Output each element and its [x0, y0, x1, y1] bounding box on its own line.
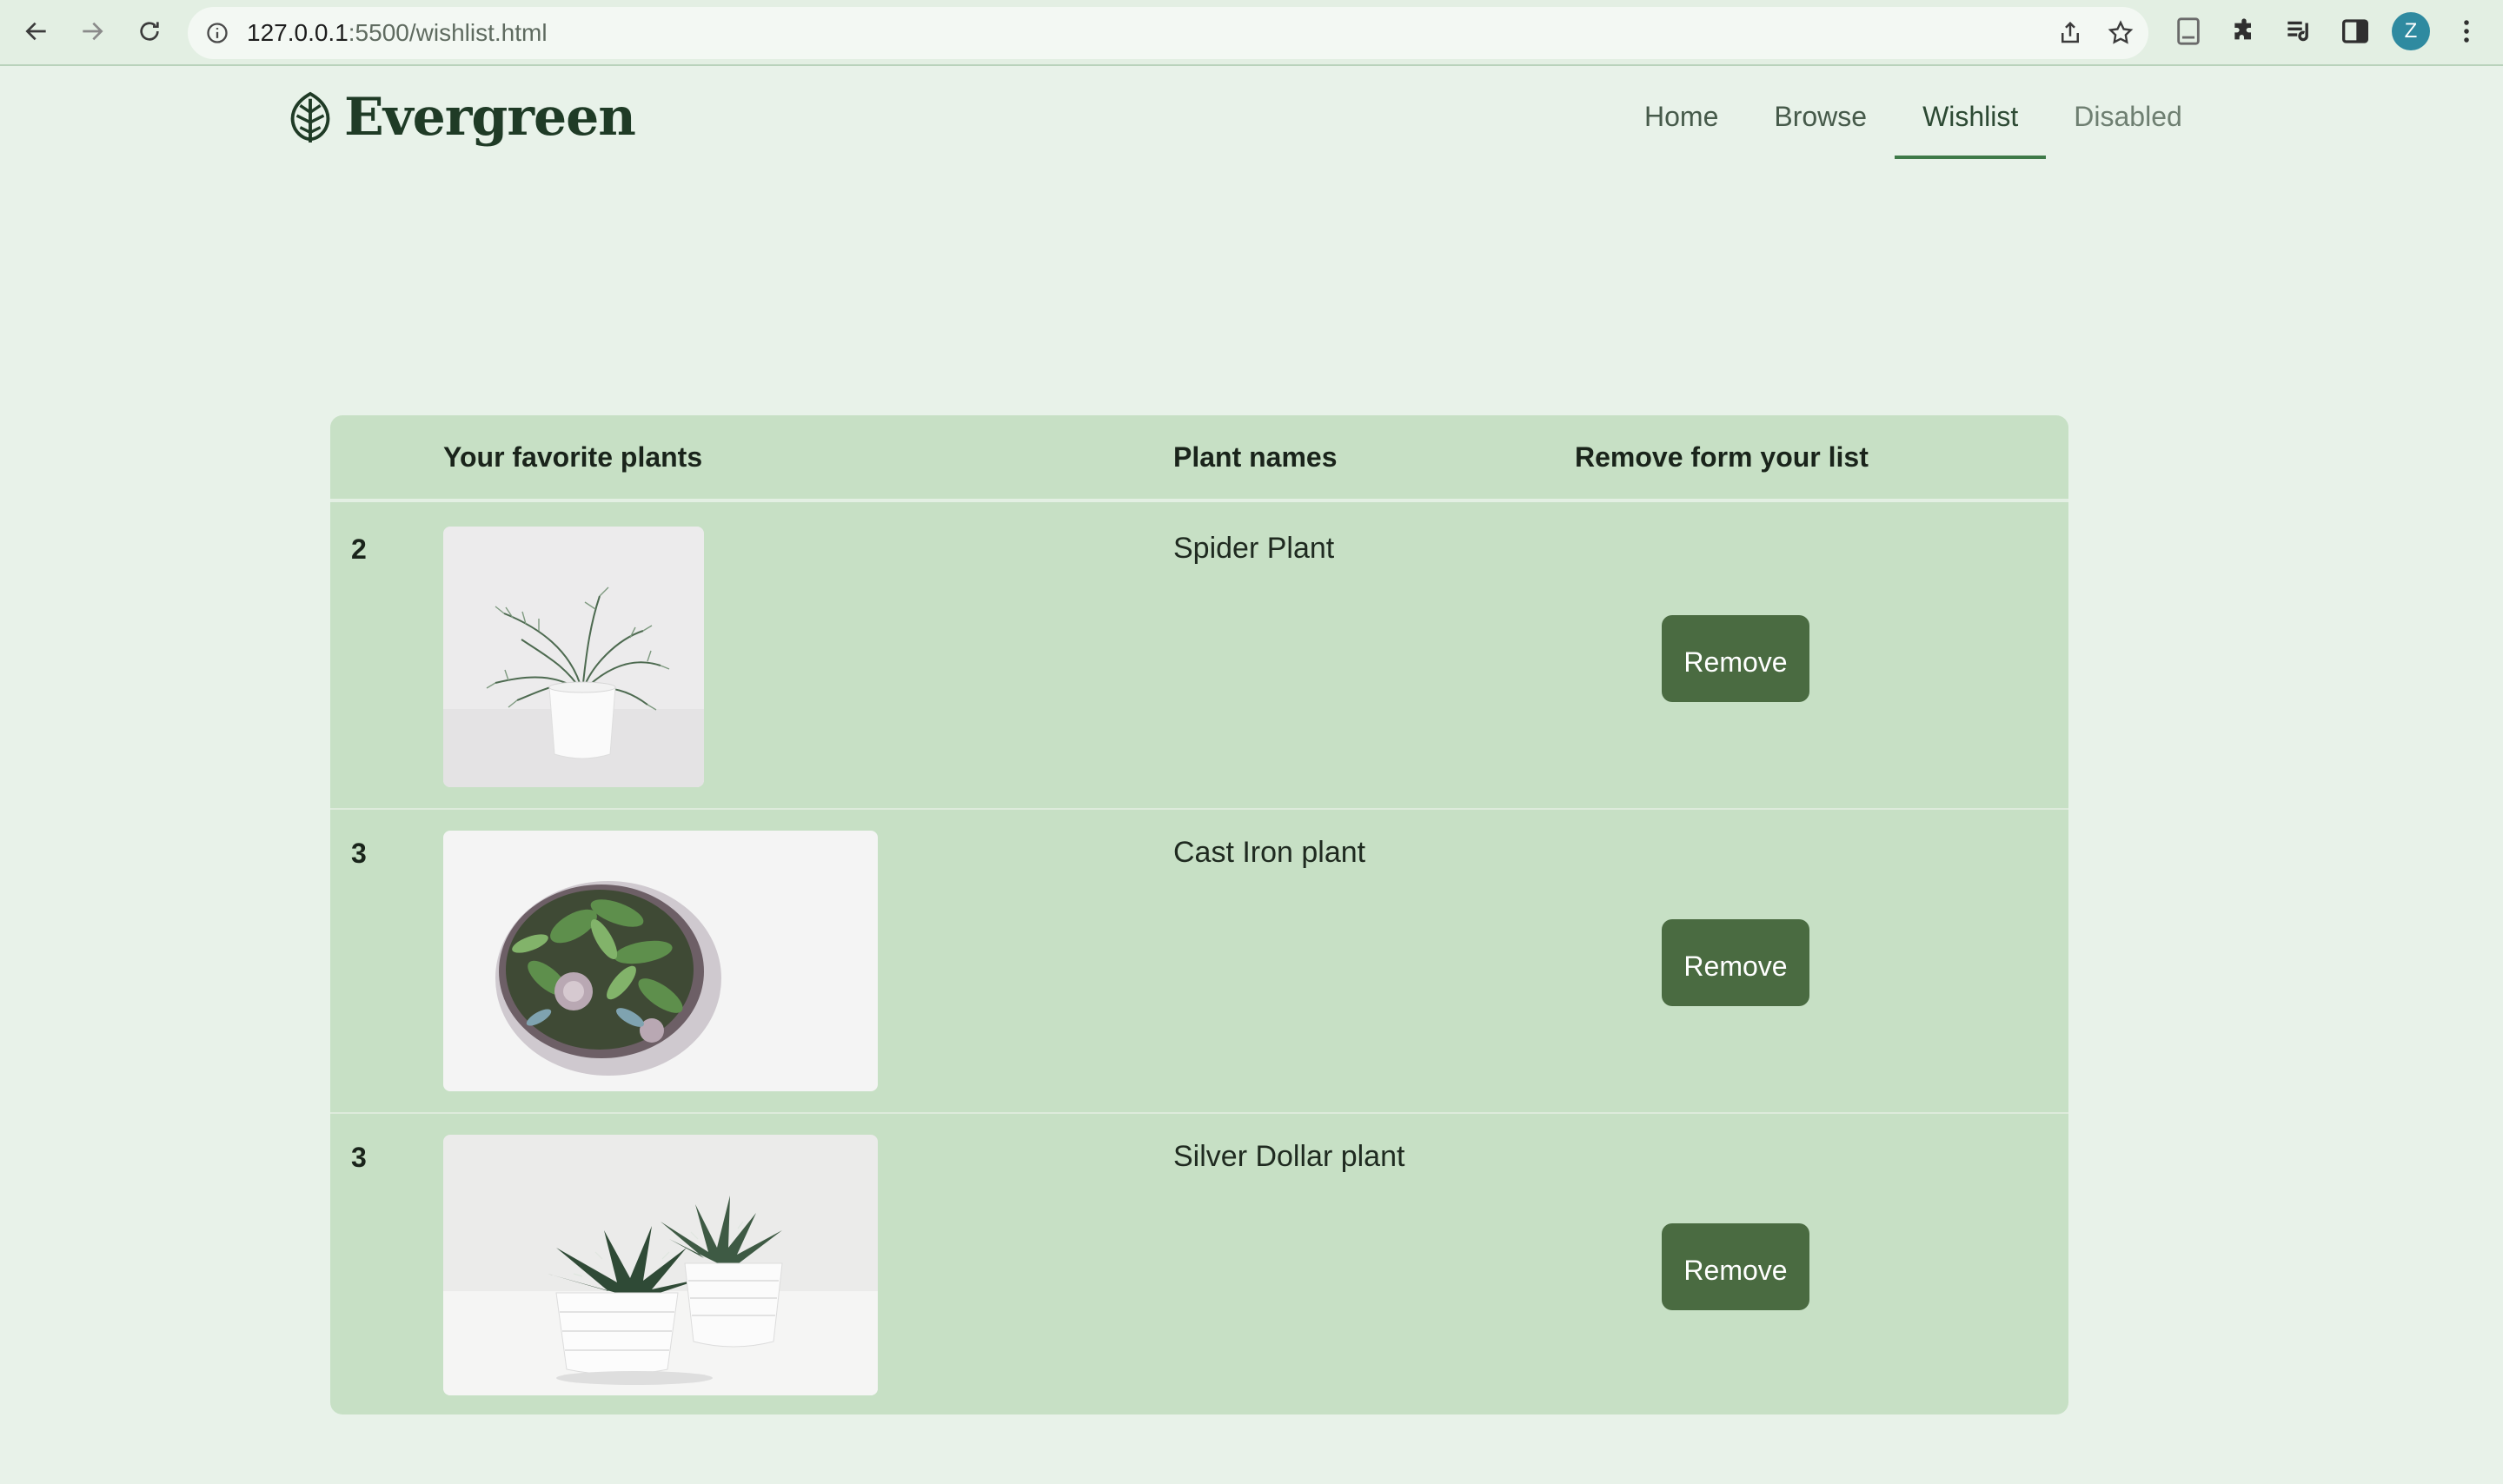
- brand-link[interactable]: Evergreen: [285, 87, 636, 148]
- reload-button[interactable]: [130, 12, 169, 50]
- site-header: Evergreen Home Browse Wishlist Disabled: [0, 68, 2503, 163]
- table-header: Your favorite plants Plant names Remove …: [330, 415, 2068, 502]
- info-icon: [207, 23, 228, 43]
- header-favorites: Your favorite plants: [443, 441, 703, 473]
- star-icon: [2108, 20, 2134, 44]
- nav-browse[interactable]: Browse: [1746, 96, 1895, 159]
- url-path: :5500/wishlist.html: [348, 19, 548, 46]
- playlist-icon: [2287, 21, 2308, 42]
- side-panel-button[interactable]: [2336, 12, 2374, 50]
- row-number: 3: [351, 838, 367, 869]
- forward-button[interactable]: [73, 12, 111, 50]
- table-row: 2 Spider Plant Remove: [330, 506, 2068, 810]
- document-icon: [2177, 17, 2200, 45]
- remove-button[interactable]: Remove: [1662, 1223, 1809, 1310]
- plant-image: [443, 527, 704, 787]
- back-button[interactable]: [17, 12, 56, 50]
- plant-name: Cast Iron plant: [1173, 836, 1366, 869]
- nav-wishlist[interactable]: Wishlist: [1895, 96, 2047, 159]
- browser-toolbar: 127.0.0.1:5500/wishlist.html Z: [0, 0, 2503, 66]
- media-button[interactable]: [2281, 12, 2319, 50]
- remove-button[interactable]: Remove: [1662, 615, 1809, 702]
- wishlist-table: Your favorite plants Plant names Remove …: [330, 415, 2068, 1414]
- row-number: 3: [351, 1142, 367, 1173]
- back-arrow-icon: [25, 22, 46, 41]
- plant-name: Spider Plant: [1173, 532, 1335, 565]
- main-nav: Home Browse Wishlist Disabled: [1617, 96, 2210, 159]
- reader-mode-button[interactable]: [2169, 12, 2208, 50]
- kebab-menu-icon: [2464, 20, 2469, 43]
- profile-avatar[interactable]: Z: [2392, 12, 2430, 50]
- share-button[interactable]: [2055, 17, 2086, 49]
- plant-image: [443, 1135, 878, 1395]
- url-text[interactable]: 127.0.0.1:5500/wishlist.html: [247, 19, 548, 47]
- nav-home[interactable]: Home: [1617, 96, 1746, 159]
- url-host: 127.0.0.1: [247, 19, 349, 46]
- forward-arrow-icon: [83, 22, 103, 41]
- extensions-button[interactable]: [2225, 12, 2263, 50]
- address-bar[interactable]: 127.0.0.1:5500/wishlist.html: [188, 7, 2148, 59]
- row-number: 2: [351, 533, 367, 565]
- table-row: 3 Silver Dollar plant Remove: [330, 1114, 2068, 1414]
- reload-icon: [140, 22, 159, 41]
- plant-name: Silver Dollar plant: [1173, 1140, 1405, 1173]
- menu-button[interactable]: [2447, 12, 2486, 50]
- leaf-logo-icon: [290, 91, 330, 142]
- bookmark-button[interactable]: [2105, 17, 2136, 49]
- plant-image: [443, 831, 878, 1091]
- header-remove: Remove form your list: [1575, 441, 1869, 473]
- table-row: 3 Cast Iron plant Remove: [330, 810, 2068, 1114]
- puzzle-icon: [2234, 18, 2251, 40]
- nav-disabled: Disabled: [2074, 101, 2182, 132]
- side-panel-icon: [2342, 19, 2368, 43]
- share-icon: [2061, 21, 2079, 43]
- remove-button[interactable]: Remove: [1662, 919, 1809, 1006]
- brand-name: Evergreen: [344, 87, 636, 148]
- header-plant-names: Plant names: [1173, 441, 1338, 473]
